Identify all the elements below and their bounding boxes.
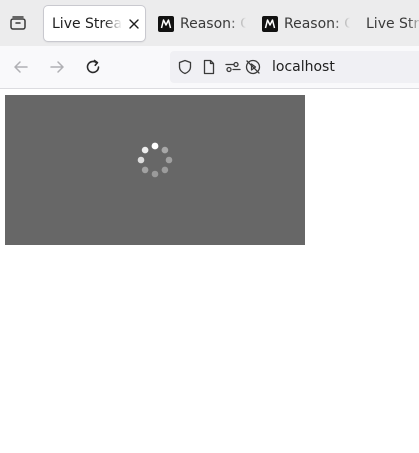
reload-button[interactable]	[81, 55, 105, 79]
tab-live-stream-2[interactable]: Live Strea	[362, 6, 419, 41]
tab-reason-2[interactable]: Reason: Co	[260, 6, 352, 41]
loading-spinner-icon	[137, 142, 173, 178]
url-bar[interactable]: localhost	[170, 51, 419, 83]
permissions-icon[interactable]	[224, 58, 242, 76]
tab-close-button[interactable]	[126, 16, 142, 32]
tab-label: Live Stream	[52, 15, 122, 32]
forward-button[interactable]	[45, 55, 69, 79]
tab-label: Live Strea	[366, 15, 419, 32]
navigation-toolbar: localhost	[0, 46, 419, 89]
back-button[interactable]	[9, 55, 33, 79]
list-all-tabs-icon	[10, 16, 26, 30]
close-icon	[129, 18, 139, 29]
tab-strip: Live Stream Reason: Cl Reason: Co Live S…	[0, 0, 419, 46]
m-logo-icon	[262, 15, 278, 32]
tab-reason-1[interactable]: Reason: Cl	[156, 6, 248, 41]
tab-overview-button[interactable]	[6, 10, 30, 36]
tab-live-stream[interactable]: Live Stream	[44, 6, 145, 41]
arrow-left-icon	[14, 61, 28, 73]
reload-icon	[86, 59, 100, 74]
page-icon[interactable]	[200, 58, 218, 76]
shield-icon[interactable]	[176, 58, 194, 76]
m-logo-icon	[158, 15, 174, 32]
url-text[interactable]: localhost	[272, 59, 335, 75]
arrow-right-icon	[50, 61, 64, 73]
tab-label: Reason: Co	[284, 15, 350, 32]
autoplay-blocked-icon[interactable]	[244, 58, 262, 76]
page-content	[0, 89, 419, 453]
video-player[interactable]	[5, 95, 305, 245]
tab-label: Reason: Cl	[180, 15, 246, 32]
